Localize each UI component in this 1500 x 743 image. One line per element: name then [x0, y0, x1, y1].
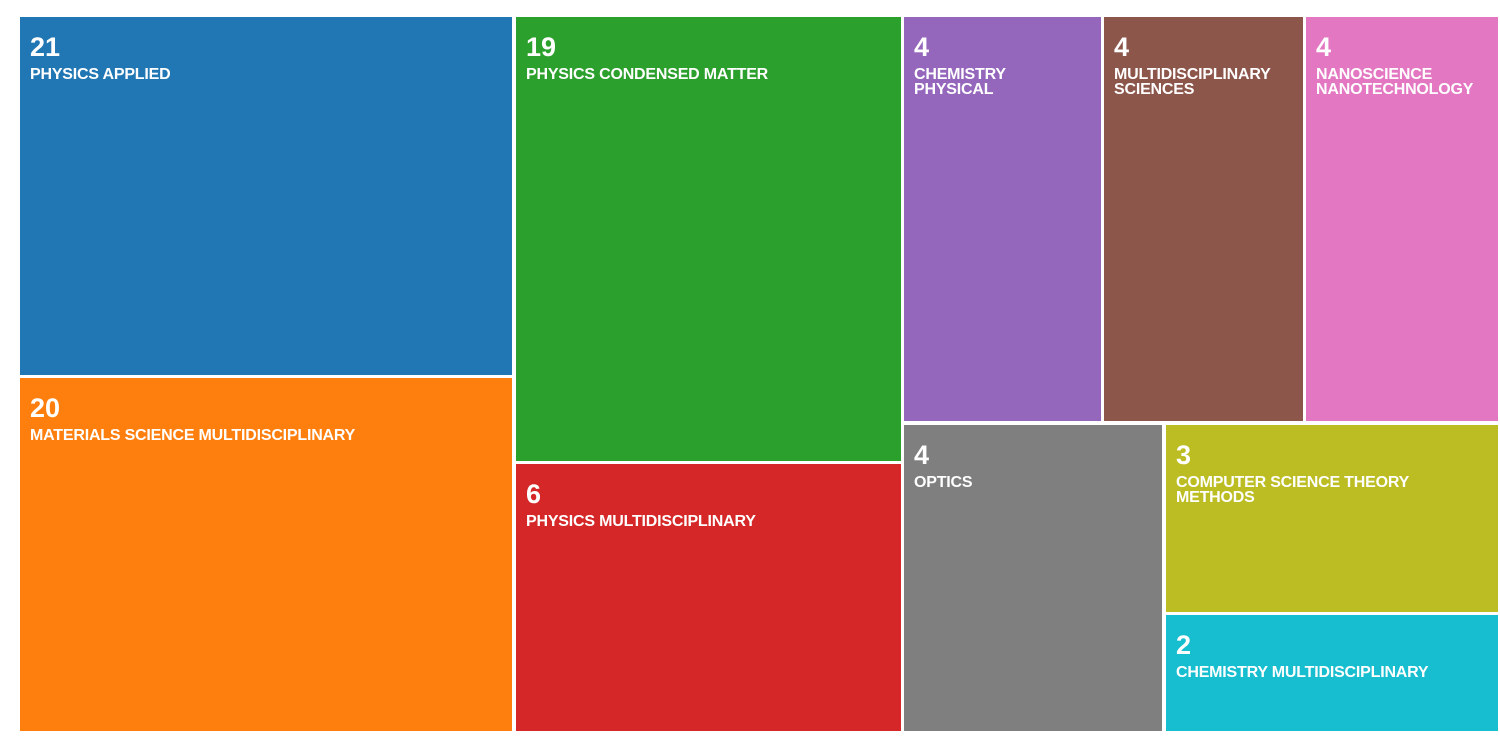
- treemap-tile[interactable]: 20 MATERIALS SCIENCE MULTIDISCIPLINARY: [20, 378, 512, 731]
- treemap-chart: 21 PHYSICS APPLIED 20 MATERIALS SCIENCE MUL…: [0, 0, 1500, 743]
- tile-label: PHYSICS MULTIDISCIPLINARY: [526, 513, 891, 530]
- tile-count: 4: [1114, 32, 1130, 62]
- tile-count: 4: [914, 440, 930, 470]
- tile-label: NANOSCIENCE NANOTECHNOLOGY: [1316, 66, 1488, 98]
- tile-label: COMPUTER SCIENCE THEORY METHODS: [1176, 474, 1488, 506]
- tile-count: 4: [1316, 32, 1332, 62]
- tile-label-line: METHODS: [1176, 489, 1255, 506]
- tile-label: MATERIALS SCIENCE MULTIDISCIPLINARY: [30, 427, 502, 444]
- tile-count: 19: [526, 32, 557, 62]
- tile-count: 4: [914, 32, 930, 62]
- tile-count: 20: [30, 393, 61, 423]
- tile-label: PHYSICS CONDENSED MATTER: [526, 66, 891, 83]
- tile-label: MULTIDISCIPLINARY SCIENCES: [1114, 66, 1293, 98]
- tile-label-line: CHEMISTRY: [914, 66, 1006, 83]
- treemap-tile[interactable]: 3 COMPUTER SCIENCE THEORY METHODS: [1166, 425, 1498, 612]
- treemap-tile[interactable]: 2 CHEMISTRY MULTIDISCIPLINARY: [1166, 615, 1498, 731]
- tile-label-line: SCIENCES: [1114, 81, 1195, 98]
- tile-label-line: MULTIDISCIPLINARY: [1114, 66, 1271, 83]
- tile-label-line: CHEMISTRY MULTIDISCIPLINARY: [1176, 664, 1429, 681]
- tile-label-line: PHYSICS APPLIED: [30, 66, 171, 83]
- tile-label-line: NANOSCIENCE: [1316, 66, 1433, 83]
- tile-count: 3: [1176, 440, 1192, 470]
- treemap-tile[interactable]: 6 PHYSICS MULTIDISCIPLINARY: [516, 464, 901, 731]
- tile-label-line: OPTICS: [914, 474, 973, 491]
- treemap-tile[interactable]: 21 PHYSICS APPLIED: [20, 17, 512, 375]
- tile-label-line: PHYSICS MULTIDISCIPLINARY: [526, 513, 756, 530]
- tile-label: OPTICS: [914, 474, 1152, 491]
- treemap-tile[interactable]: 4 OPTICS: [904, 425, 1162, 731]
- treemap-tile[interactable]: 4 NANOSCIENCE NANOTECHNOLOGY: [1306, 17, 1498, 421]
- tile-label: CHEMISTRY MULTIDISCIPLINARY: [1176, 664, 1488, 681]
- tile-count: 21: [30, 32, 61, 62]
- tile-count: 2: [1176, 630, 1192, 660]
- tile-label: PHYSICS APPLIED: [30, 66, 502, 83]
- treemap-tile[interactable]: 19 PHYSICS CONDENSED MATTER: [516, 17, 901, 461]
- tile-count: 6: [526, 479, 542, 509]
- tile-label-line: COMPUTER SCIENCE THEORY: [1176, 474, 1410, 491]
- tile-label-line: PHYSICAL: [914, 81, 994, 98]
- treemap-tile[interactable]: 4 MULTIDISCIPLINARY SCIENCES: [1104, 17, 1303, 421]
- treemap-tile[interactable]: 4 CHEMISTRY PHYSICAL: [904, 17, 1101, 421]
- tile-label: CHEMISTRY PHYSICAL: [914, 66, 1091, 98]
- tile-label-line: PHYSICS CONDENSED MATTER: [526, 66, 769, 83]
- tile-label-line: MATERIALS SCIENCE MULTIDISCIPLINARY: [30, 427, 356, 444]
- tile-label-line: NANOTECHNOLOGY: [1316, 81, 1474, 98]
